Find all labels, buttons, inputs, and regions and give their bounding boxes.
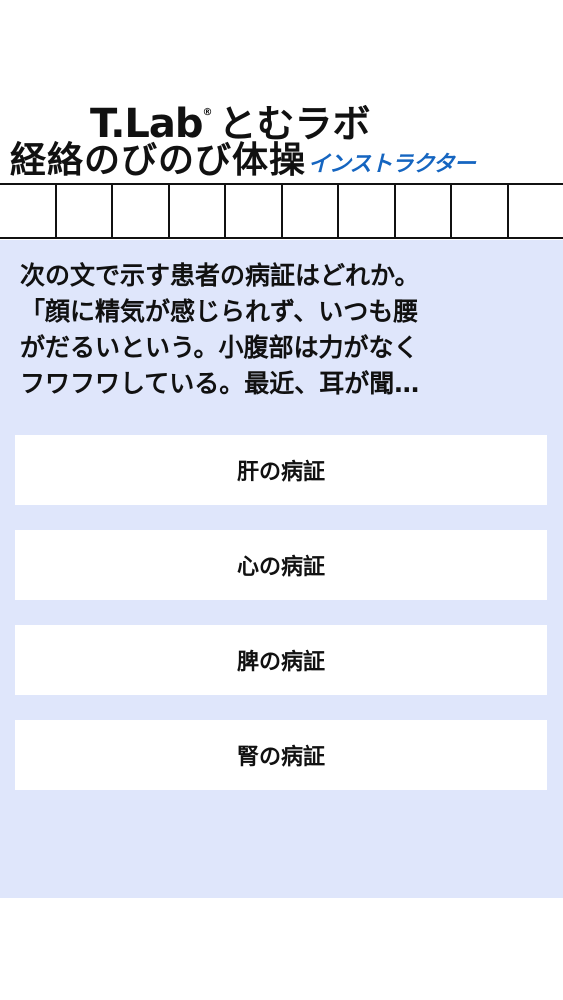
answer-button-1[interactable]: 肝の病証	[15, 435, 547, 505]
course-title: 経絡のびのび体操 インストラクター	[10, 140, 476, 182]
progress-grid	[0, 183, 563, 239]
question-text: 次の文で示す患者の病証はどれか。 「顔に精気が感じられず、いつも腰 がだるいとい…	[20, 258, 550, 402]
question-line: 次の文で示す患者の病証はどれか。	[20, 261, 420, 290]
question-line: フワフワしている。最近、耳が聞…	[20, 369, 420, 398]
progress-cell	[280, 185, 338, 237]
answer-button-3[interactable]: 脾の病証	[15, 625, 547, 695]
registered-mark: ®	[202, 107, 213, 118]
progress-cell	[506, 185, 563, 237]
footer-area	[0, 898, 563, 1000]
progress-cell	[0, 185, 55, 237]
course-title-text: 経絡のびのび体操	[10, 140, 307, 181]
progress-cell	[393, 185, 451, 237]
answer-button-4[interactable]: 腎の病証	[15, 720, 547, 790]
progress-cell	[224, 185, 281, 237]
answer-button-2[interactable]: 心の病証	[15, 530, 547, 600]
question-line: 「顔に精気が感じられず、いつも腰	[20, 297, 419, 326]
course-subtitle: インストラクター	[308, 152, 476, 177]
progress-cell	[167, 185, 225, 237]
progress-cell	[450, 185, 507, 237]
progress-cell	[54, 185, 112, 237]
progress-cell	[111, 185, 168, 237]
question-line: がだるいという。小腹部は力がなく	[20, 333, 419, 362]
progress-cell	[337, 185, 394, 237]
